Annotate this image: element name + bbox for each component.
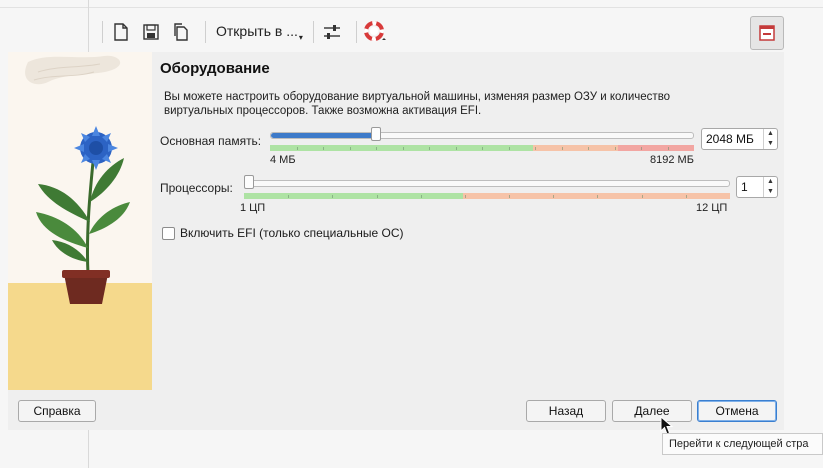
new-file-icon[interactable] xyxy=(109,20,133,44)
memory-max-label: 8192 МБ xyxy=(650,154,694,166)
slider-tick xyxy=(588,147,589,150)
processors-label: Процессоры: xyxy=(160,181,233,195)
slider-tick xyxy=(562,147,563,150)
processors-value-input[interactable] xyxy=(741,179,763,195)
next-button[interactable]: Далее xyxy=(612,400,692,422)
help-button[interactable]: Справка xyxy=(18,400,96,422)
slider-tick xyxy=(456,147,457,150)
cancel-button[interactable]: Отмена xyxy=(697,400,777,422)
memory-slider-ticks xyxy=(270,145,694,151)
slider-tick xyxy=(421,195,422,198)
slider-tick xyxy=(642,195,643,198)
help-icon[interactable] xyxy=(750,16,784,50)
spin-up-icon[interactable]: ▲ xyxy=(764,129,777,139)
memory-min-label: 4 МБ xyxy=(270,154,296,166)
sliders-icon[interactable] xyxy=(320,20,344,44)
spin-down-icon[interactable]: ▼ xyxy=(764,139,777,149)
dropdown-arrow-icon: ▾ xyxy=(298,32,303,42)
slider-tick xyxy=(509,195,510,198)
slider-tick xyxy=(376,147,377,150)
memory-spin-arrows[interactable]: ▲ ▼ xyxy=(763,129,777,149)
spin-down-icon[interactable]: ▼ xyxy=(764,187,777,197)
processors-spin-arrows[interactable]: ▲ ▼ xyxy=(763,177,777,197)
copy-icon[interactable] xyxy=(169,20,193,44)
efi-checkbox[interactable]: Включить EFI (только специальные ОС) xyxy=(162,226,404,240)
efi-checkbox-box[interactable] xyxy=(162,226,175,240)
save-icon[interactable] xyxy=(139,20,163,44)
open-in-label: Открыть в ... xyxy=(216,22,298,39)
memory-spinbox[interactable]: ▲ ▼ xyxy=(701,128,778,150)
slider-tick xyxy=(377,195,378,198)
spin-up-icon[interactable]: ▲ xyxy=(764,177,777,187)
slider-tick xyxy=(297,147,298,150)
processors-max-label: 12 ЦП xyxy=(696,202,728,214)
toolbar-separator xyxy=(312,21,314,43)
slider-tick xyxy=(509,147,510,150)
slider-tick xyxy=(288,195,289,198)
memory-value-input[interactable] xyxy=(706,131,762,147)
memory-slider-groove xyxy=(270,132,694,139)
processors-slider-ticks xyxy=(244,193,730,199)
slider-tick xyxy=(615,147,616,150)
toolbar-separator xyxy=(205,21,206,43)
page-description: Вы можете настроить оборудование виртуал… xyxy=(164,91,671,117)
memory-label: Основная память: xyxy=(160,134,262,148)
processors-spinbox[interactable]: ▲ ▼ xyxy=(736,176,778,198)
slider-tick xyxy=(482,147,483,150)
slider-tick xyxy=(668,147,669,150)
memory-slider-handle[interactable] xyxy=(371,127,381,141)
back-button[interactable]: Назад xyxy=(526,400,606,422)
page-title: Оборудование xyxy=(160,60,270,77)
wizard-illustration xyxy=(8,52,152,390)
slider-tick xyxy=(535,147,536,150)
slider-tick xyxy=(597,195,598,198)
toolbar-separator xyxy=(102,21,103,43)
toolbar-separator xyxy=(355,21,357,43)
slider-tick xyxy=(350,147,351,150)
next-button-tooltip: Перейти к следующей стра xyxy=(662,433,823,455)
lifebuoy-icon[interactable] xyxy=(363,20,387,44)
processors-slider[interactable] xyxy=(244,175,730,206)
slider-tick xyxy=(465,195,466,198)
memory-slider[interactable] xyxy=(270,127,694,158)
open-in-menu[interactable]: Открыть в ...▾ xyxy=(216,23,303,42)
slider-tick xyxy=(553,195,554,198)
slider-tick xyxy=(323,147,324,150)
slider-tick xyxy=(403,147,404,150)
efi-checkbox-label: Включить EFI (только специальные ОС) xyxy=(180,226,404,240)
processors-slider-handle[interactable] xyxy=(244,175,254,189)
wizard-content: Оборудование Вы можете настроить оборудо… xyxy=(158,52,782,390)
slider-tick xyxy=(429,147,430,150)
top-divider xyxy=(0,7,823,8)
processors-slider-groove xyxy=(244,180,730,187)
slider-tick xyxy=(332,195,333,198)
memory-slider-fill xyxy=(271,133,377,138)
main-toolbar: Открыть в ...▾ xyxy=(96,16,393,48)
slider-tick xyxy=(686,195,687,198)
processors-min-label: 1 ЦП xyxy=(240,202,266,214)
slider-tick xyxy=(641,147,642,150)
new-vm-wizard: Оборудование Вы можете настроить оборудо… xyxy=(8,52,784,430)
